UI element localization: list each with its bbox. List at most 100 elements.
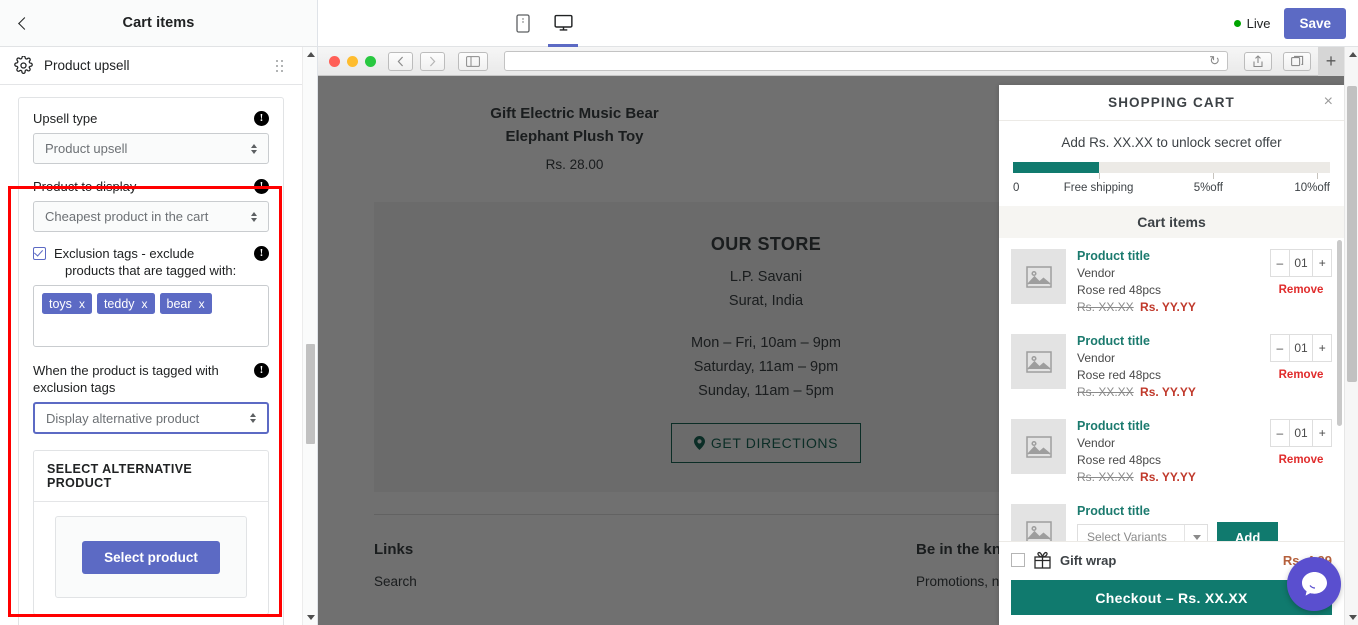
cart-item-qty-group: – 01 + Remove: [1270, 419, 1332, 484]
scroll-down-button[interactable]: [1345, 610, 1358, 625]
upsell-item-title[interactable]: Product title: [1077, 504, 1332, 518]
qty-increase-button[interactable]: +: [1313, 335, 1331, 361]
new-tab-button[interactable]: +: [1318, 47, 1344, 76]
triangle-up-icon: [306, 52, 315, 57]
offer-text: Add Rs. XX.XX to unlock secret offer: [1061, 135, 1282, 150]
reload-icon[interactable]: ↻: [1209, 53, 1220, 69]
product-card[interactable]: Gift Electric Music Bear Elephant Plush …: [318, 102, 831, 172]
progress-label-2: 5%off: [1193, 182, 1223, 194]
desktop-device-icon: [553, 14, 573, 31]
cart-item-image: [1011, 249, 1066, 304]
section-title: Product upsell: [44, 58, 130, 73]
tag-remove-icon[interactable]: x: [79, 297, 85, 311]
progress-label-0: 0: [1013, 182, 1020, 194]
cart-item-title[interactable]: Product title: [1077, 249, 1259, 263]
checkout-button[interactable]: Checkout – Rs. XX.XX: [1011, 580, 1332, 615]
cart-item-title[interactable]: Product title: [1077, 419, 1259, 433]
app-root: Cart items Product upsell Upsell type ! …: [0, 0, 1358, 625]
product-to-display-select[interactable]: Cheapest product in the cart: [33, 201, 269, 232]
select-value: Display alternative product: [46, 410, 200, 426]
select-product-button[interactable]: Select product: [82, 540, 220, 574]
exclusion-tags-checkbox[interactable]: [33, 247, 46, 260]
info-icon[interactable]: !: [254, 363, 269, 378]
when-tagged-label-line2: exclusion tags: [33, 380, 116, 395]
field-exclusion-tags: Exclusion tags - exclude products that a…: [33, 245, 269, 279]
qty-value[interactable]: 01: [1288, 335, 1314, 361]
exclusion-tags-input[interactable]: toys x teddy x bear x: [33, 285, 269, 347]
qty-decrease-button[interactable]: –: [1271, 420, 1289, 446]
info-icon[interactable]: !: [254, 111, 269, 126]
share-button[interactable]: [1244, 51, 1272, 71]
gift-wrap-checkbox[interactable]: [1011, 553, 1025, 567]
tag-chip[interactable]: teddy x: [96, 293, 155, 314]
cart-item-row: Product title Vendor Rose red 48pcs Rs. …: [999, 408, 1344, 493]
footer-link-search[interactable]: Search: [374, 574, 746, 589]
browser-back-button[interactable]: [388, 51, 413, 71]
cart-item-price: Rs. XX.XX Rs. YY.YY: [1077, 300, 1259, 314]
scroll-down-button[interactable]: [303, 610, 318, 625]
cart-item-old-price: Rs. XX.XX: [1077, 300, 1134, 314]
qty-decrease-button[interactable]: –: [1271, 335, 1289, 361]
qty-value[interactable]: 01: [1288, 420, 1314, 446]
gear-icon: [14, 56, 33, 74]
close-window-button[interactable]: [329, 55, 340, 67]
tag-chip[interactable]: toys x: [42, 293, 92, 314]
cart-item-title[interactable]: Product title: [1077, 334, 1259, 348]
tag-label: teddy: [103, 296, 135, 311]
field-product-to-display: Product to display ! Cheapest product in…: [33, 178, 269, 232]
tag-remove-icon[interactable]: x: [199, 297, 205, 311]
upsell-type-select[interactable]: Product upsell: [33, 133, 269, 164]
scrollbar-thumb[interactable]: [1337, 240, 1342, 426]
upsell-item-info: Product title Select Variants Add: [1077, 504, 1332, 541]
minimize-window-button[interactable]: [347, 55, 358, 67]
drag-handle-icon[interactable]: [276, 59, 288, 72]
sidebar-toggle-button[interactable]: [458, 51, 488, 71]
cart-item-remove-button[interactable]: Remove: [1270, 284, 1332, 296]
cart-header: SHOPPING CART ×: [999, 85, 1344, 121]
variant-select[interactable]: Select Variants: [1077, 524, 1208, 541]
panel-scrollbar[interactable]: [302, 47, 317, 625]
qty-increase-button[interactable]: +: [1313, 420, 1331, 446]
chat-bubble-icon: [1301, 572, 1327, 596]
cart-item-new-price: Rs. YY.YY: [1140, 385, 1196, 399]
qty-decrease-button[interactable]: –: [1271, 250, 1289, 276]
cart-item-qty-group: – 01 + Remove: [1270, 249, 1332, 314]
panel-scroll-body: Product upsell Upsell type ! Product ups…: [0, 47, 302, 625]
cart-item-vendor: Vendor: [1077, 351, 1116, 365]
cart-list-scrollbar[interactable]: [1337, 238, 1342, 541]
address-bar[interactable]: ↻: [504, 51, 1228, 71]
scroll-up-button[interactable]: [1345, 47, 1358, 62]
cart-item-remove-button[interactable]: Remove: [1270, 369, 1332, 381]
tab-desktop-preview[interactable]: [546, 0, 580, 47]
tag-chip[interactable]: bear x: [159, 293, 212, 314]
close-icon[interactable]: ×: [1324, 94, 1333, 110]
cart-item-vendor: Vendor: [1077, 436, 1116, 450]
back-button[interactable]: [0, 0, 46, 46]
chat-widget-button[interactable]: [1287, 557, 1341, 611]
maximize-window-button[interactable]: [365, 55, 376, 67]
info-icon[interactable]: !: [254, 179, 269, 194]
exclusion-tags-label-line1: Exclusion tags - exclude: [54, 246, 195, 261]
cart-item-new-price: Rs. YY.YY: [1140, 300, 1196, 314]
cart-item-remove-button[interactable]: Remove: [1270, 454, 1332, 466]
scrollbar-thumb[interactable]: [1347, 86, 1357, 382]
gift-icon: [1034, 551, 1051, 569]
preview-scrollbar[interactable]: [1344, 47, 1358, 625]
tabs-overview-button[interactable]: [1283, 51, 1311, 71]
tab-mobile-preview[interactable]: [506, 0, 540, 47]
cart-items-list: Product title Vendor Rose red 48pcs Rs. …: [999, 238, 1344, 541]
get-directions-button[interactable]: GET DIRECTIONS: [670, 423, 862, 463]
browser-forward-button[interactable]: [420, 51, 445, 71]
qty-increase-button[interactable]: +: [1313, 250, 1331, 276]
save-button[interactable]: Save: [1284, 7, 1346, 39]
tag-remove-icon[interactable]: x: [142, 297, 148, 311]
info-icon[interactable]: !: [254, 246, 269, 261]
scrollbar-thumb[interactable]: [306, 344, 315, 444]
exclusion-tags-label: Exclusion tags - exclude products that a…: [46, 245, 254, 279]
add-to-cart-button[interactable]: Add: [1217, 522, 1279, 541]
qty-value[interactable]: 01: [1288, 250, 1314, 276]
device-switcher: [506, 0, 580, 47]
section-header-product-upsell[interactable]: Product upsell: [0, 47, 302, 85]
when-tagged-select[interactable]: Display alternative product: [33, 402, 269, 434]
scroll-up-button[interactable]: [303, 47, 318, 62]
